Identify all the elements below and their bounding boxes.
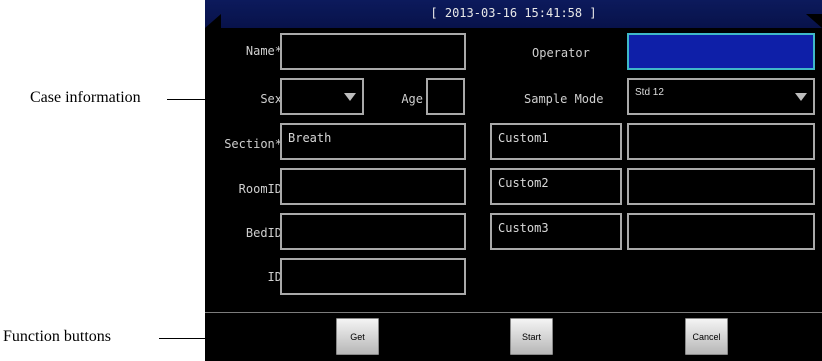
room-id-field[interactable] — [280, 168, 466, 205]
age-label: Age — [401, 92, 423, 106]
custom2-label-field[interactable]: Custom2 — [490, 168, 622, 205]
name-label: Name* — [245, 44, 282, 58]
bed-id-label: BedID — [245, 226, 282, 240]
sample-mode-value: Std 12 — [635, 87, 664, 98]
custom2-value-field[interactable] — [627, 168, 815, 205]
callout-case-information-line — [167, 99, 205, 100]
custom1-label-field[interactable]: Custom1 — [490, 123, 622, 160]
start-button[interactable]: Start — [510, 318, 553, 355]
custom3-label-field[interactable]: Custom3 — [490, 213, 622, 250]
section-field[interactable]: Breath — [280, 123, 466, 160]
room-id-label: RoomID — [238, 182, 282, 196]
datetime-stamp: [ 2013-03-16 15:41:58 ] — [430, 6, 597, 20]
footer-divider — [205, 312, 822, 313]
chevron-down-icon — [344, 93, 356, 101]
callout-function-buttons: Function buttons — [3, 328, 112, 345]
name-field[interactable] — [280, 33, 466, 70]
sample-mode-dropdown[interactable]: Std 12 — [627, 78, 815, 115]
chevron-down-icon — [795, 93, 807, 101]
get-button[interactable]: Get — [336, 318, 379, 355]
sex-dropdown[interactable] — [280, 78, 364, 115]
custom3-value-field[interactable] — [627, 213, 815, 250]
operator-label: Operator — [532, 46, 590, 60]
device-screen: [ 2013-03-16 15:41:58 ] Name* Sex Age Se… — [205, 0, 822, 361]
age-field[interactable] — [426, 78, 465, 115]
sex-label: Sex — [260, 92, 282, 106]
custom1-value-field[interactable] — [627, 123, 815, 160]
bed-id-field[interactable] — [280, 213, 466, 250]
cancel-button[interactable]: Cancel — [685, 318, 728, 355]
callout-function-buttons-line — [159, 338, 205, 339]
id-field[interactable] — [280, 258, 466, 295]
section-label: Section* — [224, 137, 282, 151]
operator-field[interactable] — [627, 33, 815, 70]
callout-case-information: Case information — [30, 89, 141, 106]
sample-mode-label: Sample Mode — [524, 92, 604, 106]
title-bar: [ 2013-03-16 15:41:58 ] — [205, 0, 822, 28]
